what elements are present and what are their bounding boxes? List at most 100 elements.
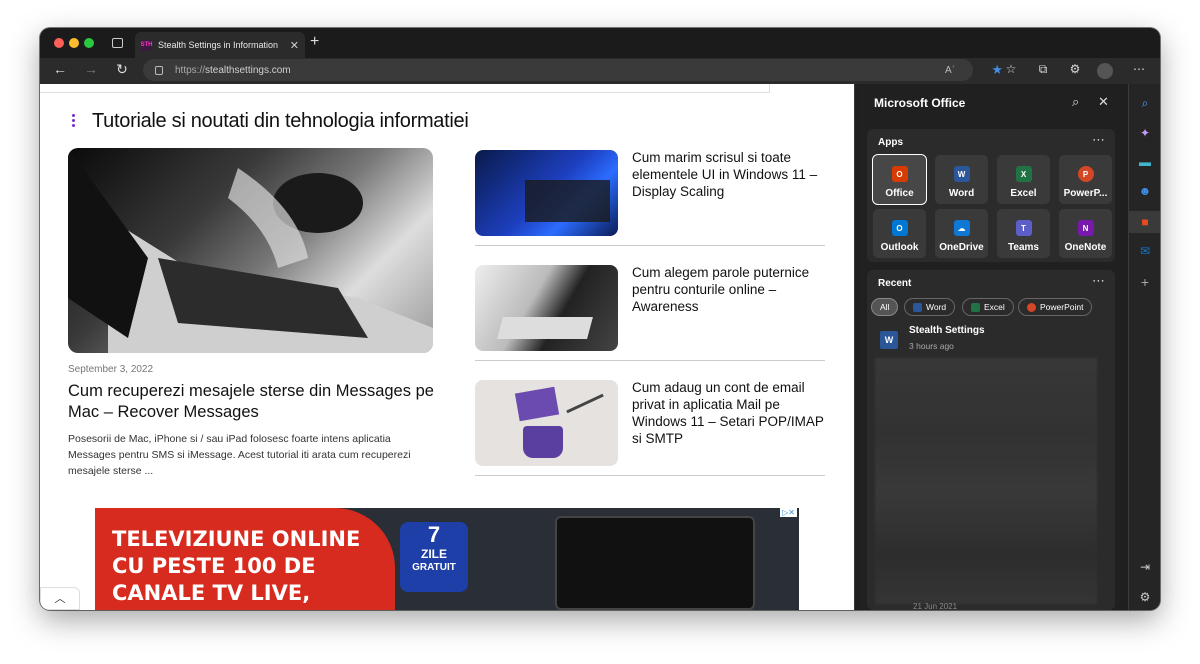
article-item[interactable]: Cum alegem parole puternice pentru contu…	[475, 257, 825, 361]
refresh-icon[interactable]: ↻	[112, 61, 132, 78]
advertisement-banner[interactable]: TELEVIZIUNE ONLINE CU PESTE 100 DE CANAL…	[95, 508, 799, 610]
filter-all[interactable]: All	[871, 298, 899, 316]
app-outlook[interactable]: O Outlook	[873, 209, 926, 258]
read-aloud-icon[interactable]: Aʾ	[945, 65, 955, 76]
profile-avatar[interactable]	[1097, 63, 1113, 79]
article-title[interactable]: Cum marim scrisul si toate elementele UI…	[632, 149, 827, 200]
apps-more-icon[interactable]: ⋯	[1092, 132, 1105, 148]
recent-more-icon[interactable]: ⋯	[1092, 273, 1105, 289]
outlook-icon[interactable]: ✉	[1129, 244, 1160, 258]
extensions-icon[interactable]: ⚙	[1066, 62, 1084, 76]
filter-excel[interactable]: Excel	[962, 298, 1014, 316]
article-title[interactable]: Cum adaug un cont de email privat in apl…	[632, 379, 827, 447]
filter-label: Word	[926, 302, 947, 312]
filter-label: PowerPoint	[1040, 302, 1084, 312]
app-onedrive[interactable]: ☁ OneDrive	[935, 209, 988, 258]
forward-icon[interactable]: →	[81, 61, 101, 77]
app-label: OneDrive	[939, 242, 984, 253]
app-label: Office	[885, 188, 914, 199]
browser-toolbar: ← → ↻ https://stealthsettings.com Aʾ ★ ☆…	[40, 58, 1160, 84]
featured-article-date: September 3, 2022	[68, 364, 154, 375]
featured-article-excerpt: Posesorii de Mac, iPhone si / sau iPad f…	[68, 433, 411, 477]
maximize-window-button[interactable]	[84, 38, 94, 48]
powerpoint-icon	[1027, 302, 1036, 312]
tab-title: Stealth Settings in Information	[158, 40, 279, 50]
search-icon[interactable]: ⌕	[1129, 96, 1160, 111]
browser-window: STH Stealth Settings in Information ✕ + …	[40, 28, 1160, 610]
web-page: Tutoriale si noutati din tehnologia info…	[40, 84, 854, 610]
ad-line-1: TELEVIZIUNE ONLINE	[112, 527, 361, 551]
ad-badge-line-2: GRATUIT	[412, 562, 456, 573]
people-icon[interactable]: ☻	[1129, 184, 1160, 198]
lock-icon[interactable]	[155, 65, 163, 75]
recent-file-time: 3 hours ago	[909, 341, 954, 351]
office-icon[interactable]: ■	[1129, 211, 1160, 233]
favorites-icon[interactable]: ☆	[1002, 62, 1020, 76]
back-icon[interactable]: ←	[50, 61, 70, 77]
hide-sidebar-icon[interactable]: ⇥	[1129, 560, 1160, 574]
ad-choices-icon[interactable]: ▷✕	[780, 508, 797, 517]
article-thumbnail[interactable]	[475, 380, 618, 466]
url-host: stealthsettings.com	[205, 64, 291, 76]
app-excel[interactable]: X Excel	[997, 155, 1050, 204]
apps-label: Apps	[878, 137, 903, 148]
search-icon[interactable]: ⌕	[1072, 94, 1079, 110]
app-powerpoint[interactable]: P PowerP...	[1059, 155, 1112, 204]
minimize-window-button[interactable]	[69, 38, 79, 48]
powerpoint-icon: P	[1077, 166, 1094, 182]
new-tab-icon[interactable]: +	[310, 33, 319, 51]
excel-icon: X	[1015, 166, 1032, 182]
outlook-icon: O	[891, 220, 908, 236]
close-pane-icon[interactable]: ✕	[1098, 94, 1109, 110]
office-pane-title: Microsoft Office	[874, 96, 966, 110]
onenote-icon: N	[1077, 220, 1094, 236]
article-thumbnail[interactable]	[475, 150, 618, 236]
app-label: PowerP...	[1063, 188, 1108, 199]
app-office[interactable]: O Office	[872, 154, 927, 205]
laptop-photo	[68, 148, 433, 353]
address-bar[interactable]: https://stealthsettings.com Aʾ ★	[143, 59, 1003, 81]
more-menu-icon[interactable]: ⋯	[1130, 62, 1148, 76]
recent-file-name: Stealth Settings	[909, 325, 985, 336]
featured-article-title[interactable]: Cum recuperezi mesajele sterse din Messa…	[68, 381, 438, 423]
blurred-recent-list	[875, 358, 1097, 604]
article-item[interactable]: Cum marim scrisul si toate elementele UI…	[475, 142, 825, 246]
article-title[interactable]: Cum alegem parole puternice pentru contu…	[632, 264, 827, 315]
app-label: Teams	[1008, 242, 1039, 253]
app-label: Excel	[1010, 188, 1037, 199]
url-scheme: https://	[175, 64, 206, 76]
app-onenote[interactable]: N OneNote	[1059, 209, 1112, 258]
settings-gear-icon[interactable]: ⚙	[1129, 590, 1160, 604]
tab-strip: STH Stealth Settings in Information ✕ +	[40, 28, 1160, 58]
discover-icon[interactable]: ✦	[1129, 126, 1160, 140]
section-heading: Tutoriale si noutati din tehnologia info…	[92, 110, 469, 132]
close-window-button[interactable]	[54, 38, 64, 48]
ad-line-2: CU PESTE 100 DE	[112, 554, 316, 578]
word-icon	[913, 302, 922, 312]
filter-powerpoint[interactable]: PowerPoint	[1018, 298, 1093, 316]
add-icon[interactable]: +	[1129, 274, 1160, 290]
filter-label: Excel	[984, 302, 1005, 312]
section-marker-icon	[72, 114, 76, 129]
tab-actions-icon[interactable]	[112, 38, 123, 48]
app-label: Outlook	[880, 242, 919, 253]
close-tab-icon[interactable]: ✕	[290, 39, 299, 52]
article-item[interactable]: Cum adaug un cont de email privat in apl…	[475, 372, 825, 476]
collections-icon[interactable]: ⧉	[1034, 62, 1052, 77]
ad-line-3: CANALE TV LIVE,	[112, 581, 311, 605]
article-thumbnail[interactable]	[475, 265, 618, 351]
app-word[interactable]: W Word	[935, 155, 988, 204]
ad-headline: TELEVIZIUNE ONLINE CU PESTE 100 DE CANAL…	[112, 526, 360, 607]
onedrive-icon: ☁	[953, 220, 970, 236]
app-teams[interactable]: T Teams	[997, 209, 1050, 258]
ad-badge-number: 7	[427, 522, 441, 547]
shopping-icon[interactable]: ▬	[1129, 155, 1160, 169]
ad-badge-line-1: ZILE	[421, 547, 447, 561]
filter-word[interactable]: Word	[904, 298, 956, 316]
browser-tab[interactable]: STH Stealth Settings in Information ✕	[135, 32, 305, 58]
scroll-to-top-button[interactable]: ︿	[40, 587, 80, 610]
ad-tv-screen	[555, 516, 755, 610]
recent-label: Recent	[878, 278, 912, 289]
teams-icon: T	[1015, 220, 1032, 236]
featured-article-image[interactable]	[68, 148, 433, 353]
